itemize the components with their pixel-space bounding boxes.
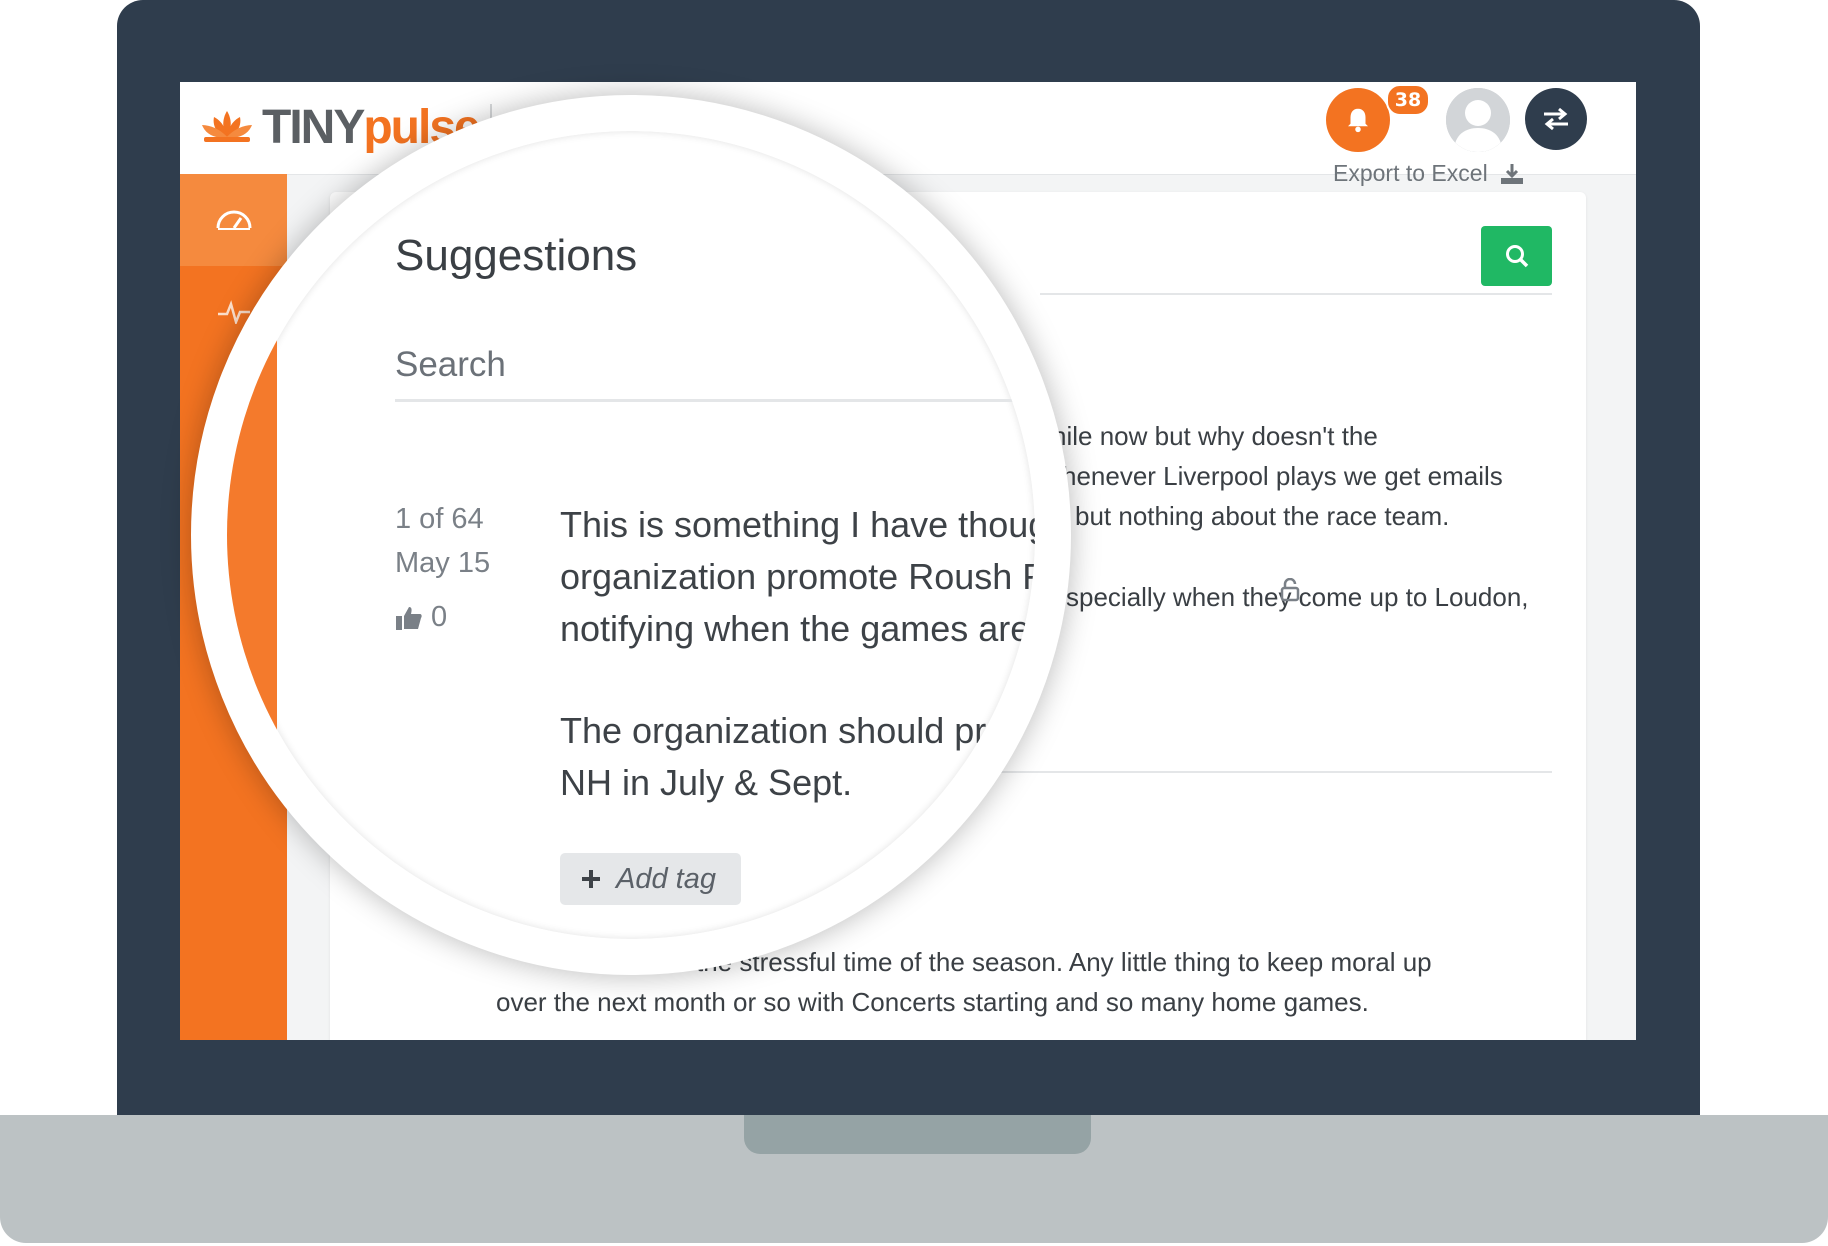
avatar[interactable] xyxy=(1446,88,1510,152)
download-icon xyxy=(1500,163,1523,184)
user-icon xyxy=(1446,88,1510,152)
search-icon xyxy=(1505,245,1528,268)
notification-badge: 38 xyxy=(1386,84,1430,116)
suggestion2-text-line: the stressful time of the season. Any li… xyxy=(696,947,1432,977)
suggestion-body-line: This is something I have though xyxy=(560,504,1069,545)
suggestion-body-line: organization promote Roush Fe xyxy=(560,556,1065,597)
privacy-toggle[interactable] xyxy=(1280,577,1300,606)
like-count: 0 xyxy=(431,601,448,633)
private-message-link[interactable]: Private M xyxy=(532,939,696,972)
add-tag-label: Add tag xyxy=(616,862,716,895)
like-button[interactable]: 0 xyxy=(395,601,447,634)
search-underline xyxy=(1040,293,1552,295)
unlock-icon xyxy=(1280,577,1300,602)
laptop-notch xyxy=(744,1115,1091,1154)
bell-icon xyxy=(1348,108,1368,133)
search-input[interactable]: Search xyxy=(395,345,506,385)
search-input-underline xyxy=(395,399,1035,402)
add-tag-button[interactable]: Add tag xyxy=(560,853,741,905)
suggestion-body-line: notifying when the games are a xyxy=(560,608,1061,649)
magnifier-lens: Suggestions Search 1 of 64 May 15 0 This… xyxy=(191,95,1071,975)
page-title: Suggestions xyxy=(395,231,638,280)
suggestion-text-line: hile now but why doesn't the xyxy=(1052,421,1378,451)
suggestion-position: 1 of 64 xyxy=(395,503,484,535)
suggestion-text-line: henever Liverpool plays we get emails xyxy=(1062,461,1503,491)
suggestion-date: May 15 xyxy=(395,547,491,579)
suggestion-text-line: but nothing about the race team. xyxy=(1075,501,1450,531)
suggestion-body-line: The organization should pror xyxy=(560,710,1019,751)
reply-icon xyxy=(532,945,564,967)
search-button[interactable] xyxy=(1481,226,1552,286)
private-message-label: Private M xyxy=(574,939,697,971)
export-to-excel-link[interactable]: Export to Excel xyxy=(1333,160,1524,187)
plus-icon xyxy=(582,870,600,888)
export-label: Export to Excel xyxy=(1333,160,1488,186)
thumbs-up-icon xyxy=(396,606,422,630)
swap-arrows-icon xyxy=(1544,107,1568,131)
notifications-button[interactable] xyxy=(1326,88,1390,152)
suggestion-body-line: NH in July & Sept. xyxy=(560,762,853,803)
switch-account-button[interactable] xyxy=(1525,88,1587,150)
suggestion2-text-line: over the next month or so with Concerts … xyxy=(496,987,1369,1017)
logo-tiny: TINY xyxy=(262,100,365,154)
